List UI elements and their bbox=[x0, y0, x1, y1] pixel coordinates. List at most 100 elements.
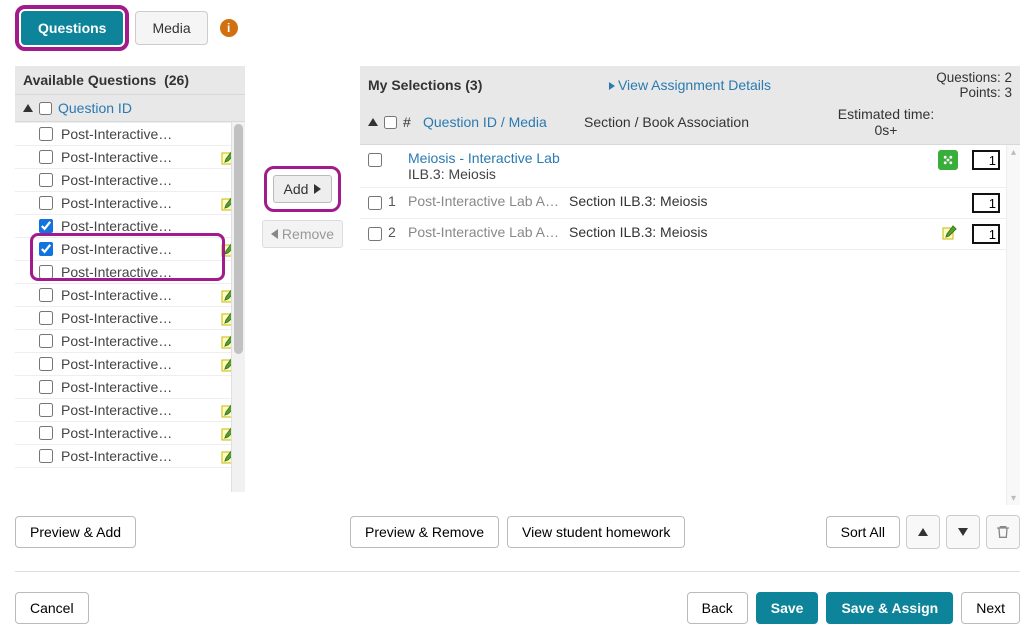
question-checkbox[interactable] bbox=[39, 357, 53, 371]
save-button[interactable]: Save bbox=[756, 592, 819, 624]
question-label: Post-Interactive… bbox=[61, 264, 237, 280]
trash-icon bbox=[995, 524, 1011, 540]
question-row[interactable]: Post-Interactive… bbox=[15, 307, 245, 330]
question-row[interactable]: Post-Interactive… bbox=[15, 192, 245, 215]
selection-checkbox[interactable] bbox=[368, 196, 382, 210]
question-checkbox[interactable] bbox=[39, 311, 53, 325]
add-button[interactable]: Add bbox=[273, 175, 333, 203]
selection-checkbox[interactable] bbox=[368, 153, 382, 167]
selection-number: 1 bbox=[388, 193, 402, 209]
col-estimated-time-label: Estimated time: bbox=[838, 106, 934, 122]
save-and-assign-button[interactable]: Save & Assign bbox=[826, 592, 953, 624]
selection-section: Section ILB.3: Meiosis bbox=[569, 224, 936, 240]
preview-and-add-button[interactable]: Preview & Add bbox=[15, 516, 136, 548]
question-checkbox[interactable] bbox=[39, 242, 53, 256]
question-label: Post-Interactive… bbox=[61, 448, 213, 464]
tab-media[interactable]: Media bbox=[135, 11, 207, 45]
sort-ascending-icon bbox=[368, 118, 378, 126]
sort-all-button[interactable]: Sort All bbox=[826, 516, 900, 548]
col-estimated-time-value: 0s+ bbox=[875, 122, 898, 138]
tabs-row: Questions Media i bbox=[15, 5, 1020, 51]
scrollbar-thumb[interactable] bbox=[234, 124, 243, 354]
question-row[interactable]: Post-Interactive… bbox=[15, 353, 245, 376]
question-checkbox[interactable] bbox=[39, 265, 53, 279]
selection-question: Post-Interactive Lab As… bbox=[408, 224, 563, 240]
sort-column-question-id[interactable]: Question ID bbox=[58, 100, 132, 116]
select-all-selections[interactable] bbox=[384, 116, 397, 129]
question-checkbox[interactable] bbox=[39, 288, 53, 302]
selection-section: Section ILB.3: Meiosis bbox=[569, 193, 932, 209]
view-assignment-details-link[interactable]: View Assignment Details bbox=[609, 77, 771, 93]
question-checkbox[interactable] bbox=[39, 150, 53, 164]
available-questions-sort[interactable]: Question ID bbox=[15, 95, 245, 122]
question-label: Post-Interactive… bbox=[61, 218, 237, 234]
points-input[interactable] bbox=[972, 224, 1000, 244]
question-checkbox[interactable] bbox=[39, 334, 53, 348]
question-row[interactable]: Post-Interactive… bbox=[15, 261, 245, 284]
selection-row: 1Post-Interactive Lab As…Section ILB.3: … bbox=[360, 188, 1020, 219]
question-checkbox[interactable] bbox=[39, 426, 53, 440]
media-badge-icon bbox=[938, 150, 958, 170]
edit-icon[interactable] bbox=[942, 224, 958, 240]
col-question-id[interactable]: Question ID / Media bbox=[423, 114, 578, 130]
question-row[interactable]: Post-Interactive… bbox=[15, 215, 245, 238]
points-input[interactable] bbox=[972, 150, 1000, 170]
question-row[interactable]: Post-Interactive… bbox=[15, 123, 245, 146]
selection-row: Meiosis - Interactive LabILB.3: Meiosis ▴… bbox=[360, 145, 1020, 188]
selections-panel: My Selections (3) View Assignment Detail… bbox=[360, 66, 1020, 505]
selection-checkbox[interactable] bbox=[368, 227, 382, 241]
question-row[interactable]: Post-Interactive… bbox=[15, 422, 245, 445]
selections-column-header: # Question ID / Media Section / Book Ass… bbox=[360, 102, 1020, 145]
question-checkbox[interactable] bbox=[39, 173, 53, 187]
question-row[interactable]: Post-Interactive… bbox=[15, 284, 245, 307]
highlight-questions-tab: Questions bbox=[15, 5, 129, 51]
question-row[interactable]: Post-Interactive… bbox=[15, 399, 245, 422]
scroll-up-icon[interactable]: ▴ bbox=[1007, 145, 1020, 159]
question-checkbox[interactable] bbox=[39, 380, 53, 394]
question-label: Post-Interactive… bbox=[61, 195, 213, 211]
question-row[interactable]: Post-Interactive… bbox=[15, 445, 245, 468]
arrow-right-icon bbox=[314, 184, 321, 194]
move-up-button[interactable] bbox=[906, 515, 940, 549]
col-number: # bbox=[403, 114, 417, 130]
question-label: Post-Interactive… bbox=[61, 149, 213, 165]
question-checkbox[interactable] bbox=[39, 449, 53, 463]
back-button[interactable]: Back bbox=[687, 592, 748, 624]
available-questions-list[interactable]: Post-Interactive…Post-Interactive…Post-I… bbox=[15, 122, 245, 492]
selection-question[interactable]: Meiosis - Interactive Lab bbox=[408, 150, 563, 166]
next-button[interactable]: Next bbox=[961, 592, 1020, 624]
question-label: Post-Interactive… bbox=[61, 126, 237, 142]
question-checkbox[interactable] bbox=[39, 196, 53, 210]
scrollbar[interactable] bbox=[231, 122, 245, 492]
select-all-available[interactable] bbox=[39, 102, 52, 115]
scroll-down-icon[interactable]: ▾ bbox=[1007, 491, 1020, 505]
question-row[interactable]: Post-Interactive… bbox=[15, 238, 245, 261]
delete-button[interactable] bbox=[986, 515, 1020, 549]
selection-question-sub: ILB.3: Meiosis bbox=[408, 166, 563, 182]
cancel-button[interactable]: Cancel bbox=[15, 592, 89, 624]
question-label: Post-Interactive… bbox=[61, 356, 213, 372]
question-row[interactable]: Post-Interactive… bbox=[15, 376, 245, 399]
points-input[interactable] bbox=[972, 193, 1000, 213]
question-label: Post-Interactive… bbox=[61, 172, 237, 188]
question-row[interactable]: Post-Interactive… bbox=[15, 169, 245, 192]
move-down-button[interactable] bbox=[946, 515, 980, 549]
preview-and-remove-button[interactable]: Preview & Remove bbox=[350, 516, 499, 548]
arrow-left-icon bbox=[271, 229, 278, 239]
question-label: Post-Interactive… bbox=[61, 287, 213, 303]
question-row[interactable]: Post-Interactive… bbox=[15, 330, 245, 353]
selection-row: 2Post-Interactive Lab As…Section ILB.3: … bbox=[360, 219, 1020, 250]
col-section: Section / Book Association bbox=[584, 114, 820, 130]
view-student-homework-button[interactable]: View student homework bbox=[507, 516, 685, 548]
scrollbar[interactable]: ▴ ▾ bbox=[1006, 145, 1020, 505]
chevron-right-icon bbox=[609, 82, 615, 90]
question-label: Post-Interactive… bbox=[61, 425, 213, 441]
remove-button: Remove bbox=[262, 220, 343, 248]
question-row[interactable]: Post-Interactive… bbox=[15, 146, 245, 169]
question-checkbox[interactable] bbox=[39, 127, 53, 141]
question-checkbox[interactable] bbox=[39, 403, 53, 417]
tab-questions[interactable]: Questions bbox=[21, 11, 123, 45]
info-icon[interactable]: i bbox=[220, 19, 238, 37]
question-label: Post-Interactive… bbox=[61, 241, 213, 257]
question-checkbox[interactable] bbox=[39, 219, 53, 233]
